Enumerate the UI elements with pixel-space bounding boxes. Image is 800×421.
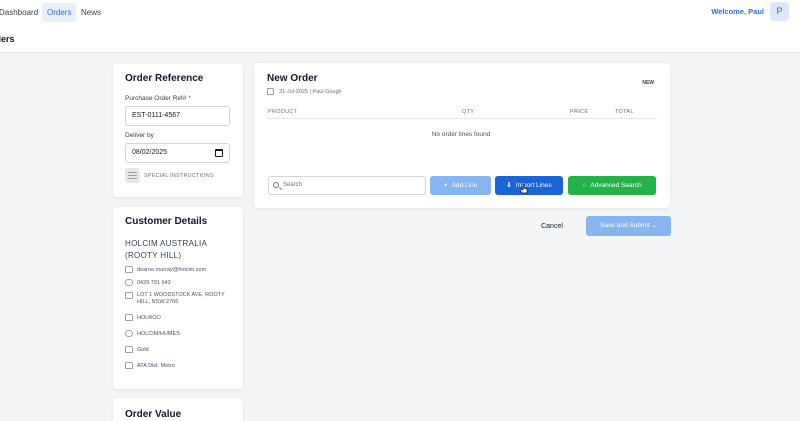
magnifier-icon: ○: [582, 182, 587, 189]
users-icon: [125, 330, 133, 337]
save-submit-button[interactable]: Save and Submit ⌄: [586, 216, 671, 236]
order-date: 31-Jul-2025: [279, 89, 309, 95]
column-product: PRODUCT: [268, 109, 298, 115]
download-cloud-icon: ⇩: [506, 182, 512, 189]
calendar-icon[interactable]: [215, 149, 223, 157]
order-reference-card: Order Reference Purchase Order Ref# * ES…: [113, 64, 243, 197]
order-reference-title: Order Reference: [125, 73, 204, 84]
customer-phone: 0429 791 643: [137, 280, 171, 286]
customer-email[interactable]: dearne.murray@holcim.com: [137, 267, 206, 274]
home-icon: [125, 292, 133, 299]
hand-cursor-icon: [520, 184, 528, 194]
po-label: Purchase Order Ref# *: [125, 95, 191, 102]
order-meta: 31-Jul-2025 | Paul Gough: [279, 89, 342, 95]
phone-icon: [125, 279, 133, 286]
special-instructions-label[interactable]: SPECIAL INSTRUCTIONS: [144, 173, 214, 179]
new-order-title: New Order: [267, 73, 318, 84]
column-price: PRICE: [570, 109, 589, 115]
customer-details-card: Customer Details HOLCIM AUSTRALIA (ROOTY…: [113, 207, 243, 389]
plus-icon: +: [443, 182, 448, 189]
customer-details-title: Customer Details: [125, 216, 208, 227]
page-header: rders: [0, 26, 800, 53]
nav-news[interactable]: News: [76, 3, 106, 22]
search-placeholder: Search: [283, 182, 303, 188]
empty-message: No order lines found: [431, 131, 491, 138]
deliver-date-value: 08/02/2025: [132, 149, 168, 156]
trend-icon: [125, 346, 133, 353]
advanced-search-button[interactable]: ○ Advanced Search: [568, 176, 656, 195]
instructions-icon[interactable]: [125, 168, 140, 183]
nav-dashboard[interactable]: Dashboard: [0, 3, 43, 22]
required-mark: *: [188, 95, 191, 102]
mail-icon: [125, 266, 133, 273]
import-lines-button[interactable]: ⇩ Import Lines: [495, 176, 563, 195]
add-line-label: Add Line: [451, 182, 478, 189]
order-author: Paul Gough: [312, 89, 342, 95]
customer-tier: Gold: [137, 347, 149, 353]
avatar[interactable]: P: [770, 2, 789, 21]
chevron-down-icon: ⌄: [651, 222, 657, 229]
deliver-date-input[interactable]: 08/02/2025: [125, 143, 230, 163]
add-line-button[interactable]: + Add Line: [430, 176, 491, 195]
nav-orders[interactable]: Orders: [42, 3, 77, 22]
table-divider: [267, 118, 657, 119]
customer-group: HOLCIM/HUMES: [137, 331, 180, 337]
cancel-button[interactable]: Cancel: [535, 217, 569, 236]
column-qty: QTY: [462, 109, 475, 115]
customer-district: ATA Dist. Metro: [137, 363, 175, 369]
order-value-title: Order Value: [125, 409, 182, 420]
welcome-text: Welcome, Paul: [711, 7, 764, 16]
save-submit-label: Save and Submit: [600, 222, 650, 229]
status-badge: NEW: [642, 80, 654, 86]
advanced-search-label: Advanced Search: [590, 182, 642, 189]
customer-name: HOLCIM AUSTRALIA (ROOTY HILL): [125, 239, 207, 260]
search-icon: [273, 182, 279, 188]
calendar-small-icon: [267, 88, 274, 95]
truck-icon: [125, 362, 133, 369]
top-navbar: Dashboard Orders News Welcome, Paul P: [0, 0, 800, 26]
po-input[interactable]: EST-0111-4567: [125, 106, 230, 126]
id-icon: [125, 314, 133, 321]
customer-code: HOLROO: [137, 315, 161, 321]
order-value-card: Order Value: [113, 398, 243, 421]
deliver-label: Deliver by: [125, 132, 154, 139]
column-total: TOTAL: [615, 109, 634, 115]
customer-address: LOT 1 WOODSTOCK AVE, ROOTY HILL, NSW 276…: [137, 292, 225, 305]
search-input[interactable]: Search: [268, 176, 426, 195]
page-title: rders: [0, 34, 15, 44]
